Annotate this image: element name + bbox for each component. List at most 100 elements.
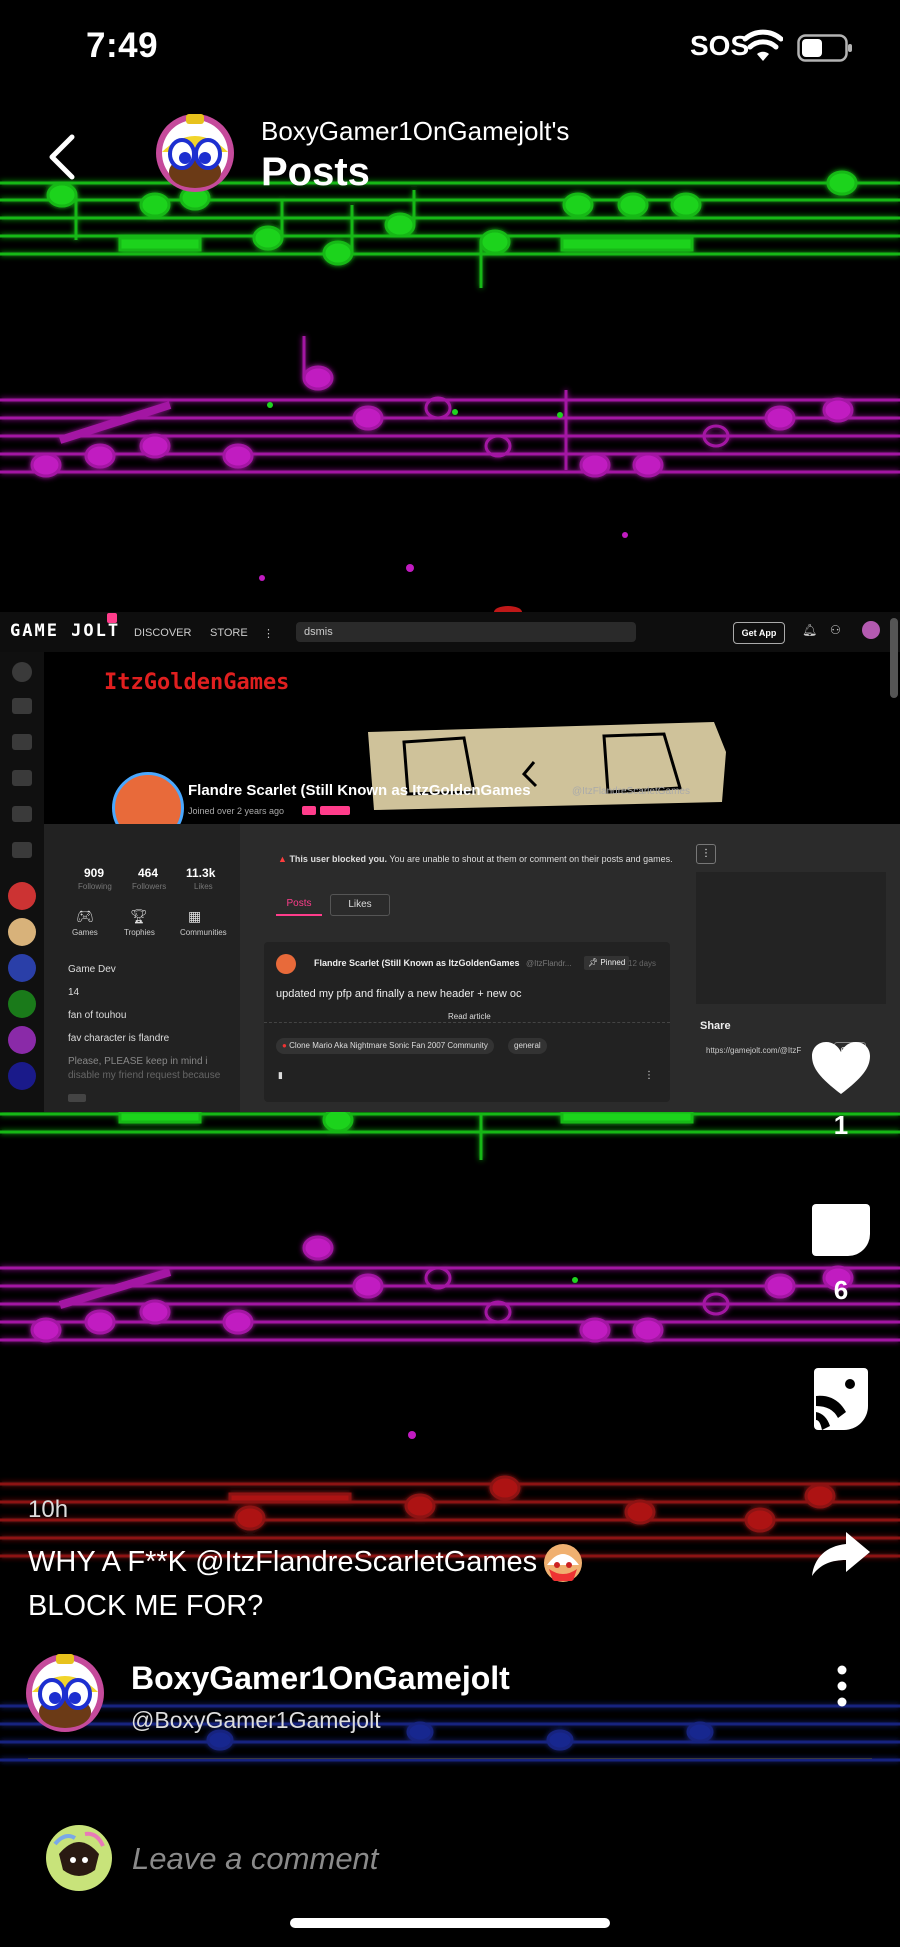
- gj-friends-icon: ⚇: [830, 623, 841, 637]
- gj-divider: [264, 1022, 670, 1023]
- gj-communities-icon: ▦: [188, 908, 202, 924]
- gj-stat-following: 909: [84, 866, 105, 880]
- gj-stat-followers: 464: [138, 866, 159, 880]
- gj-stat-likes: 11.3k: [186, 866, 216, 880]
- gj-options-icon: ⋮: [696, 844, 716, 864]
- divider: [28, 1758, 872, 1759]
- gj-get-app-button: Get App: [733, 622, 785, 644]
- gj-profile-name: Flandre Scarlet (Still Known as ItzGolde…: [188, 782, 531, 799]
- gj-side-icon: [12, 734, 32, 750]
- gj-sidebar: [0, 652, 44, 1112]
- gj-user-avatar: [862, 621, 880, 639]
- header-avatar[interactable]: [154, 112, 236, 194]
- heart-icon[interactable]: [810, 1040, 872, 1096]
- gj-section-label: Communities: [180, 928, 227, 937]
- caption-line-1: WHY A F**K @ItzFlandreScarletGames: [28, 1546, 538, 1578]
- gj-bio-line: Game Dev: [68, 964, 116, 975]
- gj-blocked-rest: You are unable to shout at them or comme…: [389, 854, 673, 864]
- gj-read-article: Read article: [444, 1012, 495, 1021]
- gj-tag: [320, 806, 350, 815]
- gj-expand-button: [68, 1094, 86, 1102]
- gj-games-icon: 🎮︎: [76, 908, 94, 924]
- gj-section-label: Trophies: [124, 928, 155, 937]
- gj-bio-line: Please, PLEASE keep in mind i: [68, 1056, 208, 1067]
- gj-tab-likes: Likes: [330, 894, 390, 916]
- gj-side-icon: [12, 806, 32, 822]
- comment-count: 6: [833, 1275, 849, 1305]
- gj-community-avatar: [8, 882, 36, 910]
- gj-side-icon: [12, 698, 32, 714]
- caption-line-2: BLOCK ME FOR?: [28, 1590, 264, 1622]
- gj-blocked-bold: This user blocked you.: [289, 854, 387, 864]
- back-icon[interactable]: [44, 133, 80, 181]
- gj-community-avatar: [8, 954, 36, 982]
- gj-tag: [302, 806, 316, 815]
- comment-icon[interactable]: [810, 1202, 872, 1258]
- gj-search-field: dsmis: [296, 622, 636, 642]
- status-time: 7:49: [86, 26, 159, 65]
- post-media-image[interactable]: GAME JOLT DISCOVER STORE ⋮ dsmis Get App…: [0, 612, 900, 1112]
- gj-joined: Joined over 2 years ago: [188, 806, 285, 816]
- gj-post-handle: @ItzFlandr...: [526, 959, 572, 968]
- header-title: Posts: [261, 150, 370, 194]
- wifi-icon: [743, 29, 783, 61]
- gj-bio-line: 14: [68, 987, 80, 998]
- gj-community-name: Clone Mario Aka Nightmare Sonic Fan 2007…: [289, 1041, 488, 1050]
- gj-side-icon: [12, 842, 32, 858]
- author-name[interactable]: BoxyGamer1OnGamejolt: [131, 1660, 510, 1697]
- gj-share-url: https://gamejolt.com/@ItzF: [706, 1046, 802, 1055]
- gj-bell-icon: 🔔︎: [802, 623, 818, 637]
- gj-profile-banner: ItzGoldenGames Flandre Scarlet (Still Kn…: [44, 652, 900, 844]
- gj-post-avatar: [276, 954, 296, 974]
- home-indicator[interactable]: [290, 1918, 610, 1928]
- gj-tab-posts: Posts: [276, 894, 322, 916]
- gj-channel-chip: general: [508, 1038, 547, 1054]
- gj-community-avatar: [8, 990, 36, 1018]
- remix-icon[interactable]: [812, 1366, 870, 1432]
- gj-section-label: Games: [72, 928, 98, 937]
- gj-nav-store: STORE: [210, 627, 248, 639]
- gj-stat-label: Followers: [132, 882, 167, 891]
- post-caption: WHY A F**K @ItzFlandreScarletGames BLOCK…: [28, 1540, 728, 1628]
- gj-topbar: GAME JOLT DISCOVER STORE ⋮ dsmis Get App…: [0, 612, 900, 653]
- gj-comment-icon: ▮: [278, 1070, 283, 1080]
- gj-post-text: updated my pfp and finally a new header …: [276, 988, 522, 1000]
- gj-scrollbar: [890, 618, 898, 698]
- gj-blocked-notice: ▲ This user blocked you. You are unable …: [278, 854, 673, 864]
- gj-share-label: Share: [700, 1020, 731, 1032]
- gj-post-author: Flandre Scarlet (Still Known as ItzGolde…: [314, 958, 520, 968]
- author-avatar[interactable]: [24, 1652, 106, 1734]
- gj-pinned-label: Pinned: [600, 958, 626, 967]
- gj-right-panel: [696, 872, 886, 1004]
- gj-bio-line: disable my friend request because: [68, 1070, 221, 1081]
- gj-logo: GAME JOLT: [10, 621, 121, 641]
- gj-profile-handle: @ItzFlandreScarletGames: [572, 786, 690, 797]
- current-user-avatar[interactable]: [45, 1824, 113, 1892]
- post-time-ago: 10h: [28, 1496, 69, 1523]
- gj-side-icon: [12, 662, 32, 682]
- gj-bio-line: fan of touhou: [68, 1010, 127, 1021]
- gj-trophy-icon: 🏆︎: [130, 908, 148, 924]
- gj-logo-badge: [107, 613, 117, 623]
- gj-community-avatar: [8, 918, 36, 946]
- more-icon[interactable]: [830, 1664, 854, 1708]
- gj-stat-label: Likes: [194, 882, 213, 891]
- gj-post-age: 12 days: [628, 959, 657, 968]
- gj-side-icon: [12, 770, 32, 786]
- comment-input[interactable]: [130, 1828, 834, 1890]
- gj-bio-line: fav character is flandre: [68, 1033, 170, 1044]
- status-sos: SOS: [690, 30, 750, 61]
- gj-banner-text: ItzGoldenGames: [104, 670, 290, 695]
- share-icon[interactable]: [810, 1530, 872, 1578]
- gj-community-avatar: [8, 1062, 36, 1090]
- mention-avatar-icon: [544, 1544, 583, 1583]
- header-subtitle: BoxyGamer1OnGamejolt's: [261, 116, 570, 146]
- battery-icon: [797, 34, 852, 62]
- gj-nav-discover: DISCOVER: [134, 627, 192, 639]
- gj-community-avatar: [8, 1026, 36, 1054]
- author-handle[interactable]: @BoxyGamer1Gamejolt: [131, 1707, 381, 1734]
- like-count: 1: [833, 1110, 849, 1140]
- gj-nav-more-icon: ⋮: [263, 628, 274, 640]
- gj-post-card: Flandre Scarlet (Still Known as ItzGolde…: [264, 942, 670, 1102]
- gj-community-chip: ● Clone Mario Aka Nightmare Sonic Fan 20…: [276, 1038, 494, 1054]
